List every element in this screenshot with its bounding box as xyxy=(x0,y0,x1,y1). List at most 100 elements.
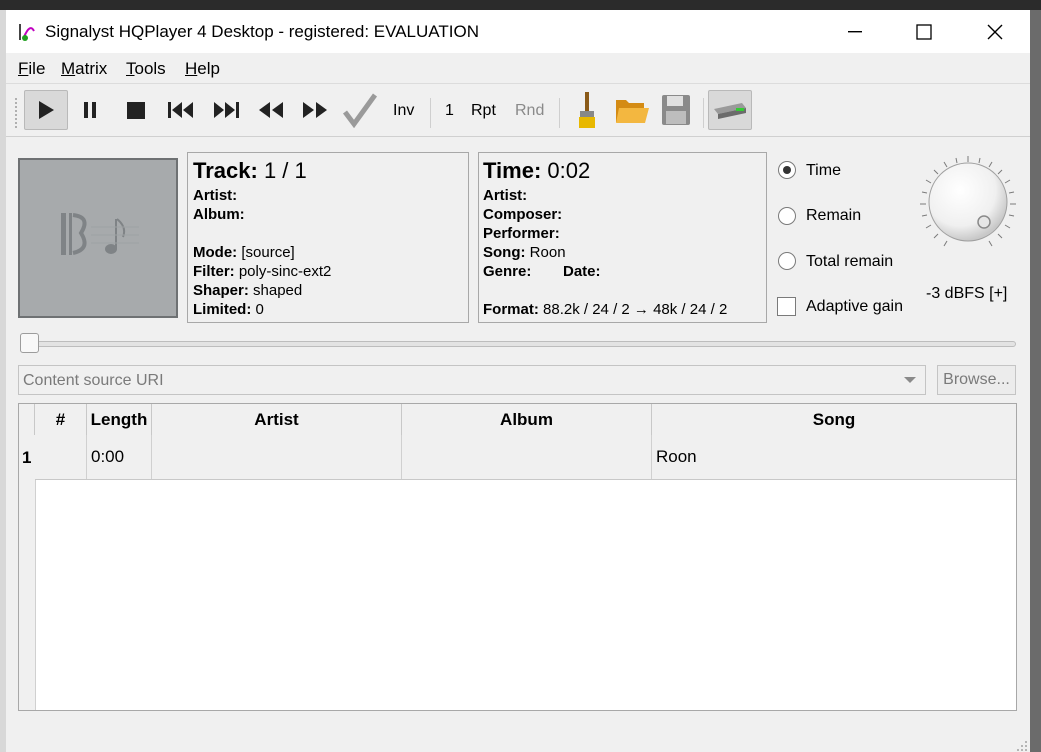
header-artist[interactable]: Artist xyxy=(152,404,402,435)
adaptive-gain-label[interactable]: Adaptive gain xyxy=(806,298,903,316)
date-line: Date: xyxy=(563,263,601,280)
app-logo-icon xyxy=(19,24,35,41)
song-label: Song: xyxy=(483,244,526,261)
minimize-button[interactable] xyxy=(832,10,878,53)
table-row[interactable]: 0:00 Roon xyxy=(35,435,1016,480)
seek-slider-handle[interactable] xyxy=(20,333,39,353)
rewind-button[interactable] xyxy=(249,90,293,130)
repeat-button[interactable]: Rpt xyxy=(471,102,496,120)
check-button[interactable] xyxy=(338,90,382,130)
music-clef-icon xyxy=(61,213,139,255)
limited-label: Limited: xyxy=(193,301,252,318)
fast-forward-button[interactable] xyxy=(293,90,337,130)
limited-value: 0 xyxy=(255,301,264,318)
desktop-background xyxy=(0,0,1041,10)
composer-label: Composer: xyxy=(483,206,563,223)
album-line: Album: xyxy=(193,206,245,223)
format-value: 88.2k / 24 / 2 → 48k / 24 / 2 xyxy=(543,301,728,318)
composer-line: Composer: xyxy=(483,206,562,223)
format-line: Format: 88.2k / 24 / 2 → 48k / 24 / 2 xyxy=(483,301,727,318)
toolbar-separator xyxy=(559,98,560,128)
next-track-button[interactable] xyxy=(204,90,248,130)
content-source-placeholder: Content source URI xyxy=(23,372,164,389)
menu-tools[interactable]: Tools xyxy=(126,59,166,79)
close-button[interactable] xyxy=(972,10,1018,53)
resize-grip-icon[interactable] xyxy=(1016,740,1028,752)
open-folder-icon xyxy=(616,100,649,123)
performer-line: Performer: xyxy=(483,225,560,242)
genre-label: Genre: xyxy=(483,263,532,280)
artist-line: Artist: xyxy=(193,187,237,204)
track-line: Track: 1 / 1 xyxy=(193,158,307,184)
volume-knob[interactable] xyxy=(916,152,1020,256)
previous-track-button[interactable] xyxy=(159,90,203,130)
toolbar-grip[interactable] xyxy=(15,98,21,128)
album-label: Album: xyxy=(193,206,245,223)
song-line: Song: Roon xyxy=(483,244,566,261)
row-header-column xyxy=(19,435,36,710)
toolbar-separator xyxy=(430,98,431,128)
audio-device-button[interactable] xyxy=(708,90,752,130)
time-radio-label[interactable]: Time xyxy=(806,162,841,180)
menu-file[interactable]: File xyxy=(18,59,45,79)
genre-line: Genre: xyxy=(483,263,531,280)
header-number[interactable]: # xyxy=(35,404,87,435)
previous-track-icon xyxy=(168,102,193,118)
maximize-button[interactable] xyxy=(901,10,947,53)
table-header: # Length Artist Album Song xyxy=(19,404,1016,436)
remain-radio[interactable] xyxy=(778,207,796,225)
menu-bar: File Matrix Tools Help xyxy=(6,53,1030,84)
open-folder-button[interactable] xyxy=(610,90,654,130)
content-source-combo[interactable]: Content source URI xyxy=(18,365,926,395)
cell-length: 0:00 xyxy=(87,435,152,479)
menu-help[interactable]: Help xyxy=(185,59,220,79)
time-radio[interactable] xyxy=(778,161,796,179)
invert-button[interactable]: Inv xyxy=(393,102,414,120)
adaptive-gain-checkbox[interactable] xyxy=(777,297,796,316)
fast-forward-icon xyxy=(303,102,327,118)
cell-artist xyxy=(152,435,402,479)
desktop-background-right xyxy=(1030,10,1041,752)
cell-album xyxy=(402,435,652,479)
check-icon xyxy=(343,93,378,128)
header-length[interactable]: Length xyxy=(87,404,152,435)
total-remain-radio[interactable] xyxy=(778,252,796,270)
shaper-value: shaped xyxy=(253,282,303,299)
remain-radio-label[interactable]: Remain xyxy=(806,207,861,225)
random-button[interactable]: Rnd xyxy=(515,102,544,120)
main-window: Signalyst HQPlayer 4 Desktop - registere… xyxy=(6,10,1030,752)
seek-slider-track[interactable] xyxy=(20,341,1016,347)
volume-level[interactable]: -3 dBFS [+] xyxy=(926,285,1007,303)
brush-button[interactable] xyxy=(565,90,609,130)
browse-button[interactable]: Browse... xyxy=(937,365,1016,395)
next-track-icon xyxy=(214,102,239,118)
minimize-icon xyxy=(848,30,862,32)
save-button[interactable] xyxy=(654,90,698,130)
artist-label: Artist: xyxy=(483,187,528,204)
mode-label: Mode: xyxy=(193,244,238,261)
play-icon xyxy=(39,101,54,119)
track-info-panel: Track: 1 / 1 Artist: Album: Mode: [sourc… xyxy=(187,152,469,323)
window-title: Signalyst HQPlayer 4 Desktop - registere… xyxy=(45,22,479,41)
save-icon xyxy=(662,95,690,125)
toolbar-separator xyxy=(703,98,704,128)
title-bar[interactable]: Signalyst HQPlayer 4 Desktop - registere… xyxy=(6,10,1030,53)
performer-label: Performer: xyxy=(483,225,560,242)
format-label: Format: xyxy=(483,301,539,318)
artist-line: Artist: xyxy=(483,187,527,204)
total-remain-radio-label[interactable]: Total remain xyxy=(806,253,893,271)
header-song[interactable]: Song xyxy=(652,404,1016,435)
menu-matrix[interactable]: Matrix xyxy=(61,59,107,79)
play-button[interactable] xyxy=(24,90,68,130)
repeat-count[interactable]: 1 xyxy=(445,102,454,120)
mode-value: [source] xyxy=(241,244,295,261)
header-album[interactable]: Album xyxy=(402,404,652,435)
mode-line: Mode: [source] xyxy=(193,244,295,261)
time-label: Time: xyxy=(483,158,542,183)
pause-button[interactable] xyxy=(68,90,112,130)
audio-device-icon xyxy=(714,103,746,119)
row-number[interactable]: 1 xyxy=(22,448,31,468)
chevron-down-icon[interactable] xyxy=(903,376,917,385)
track-value: 1 / 1 xyxy=(263,158,307,183)
stop-button[interactable] xyxy=(114,90,158,130)
